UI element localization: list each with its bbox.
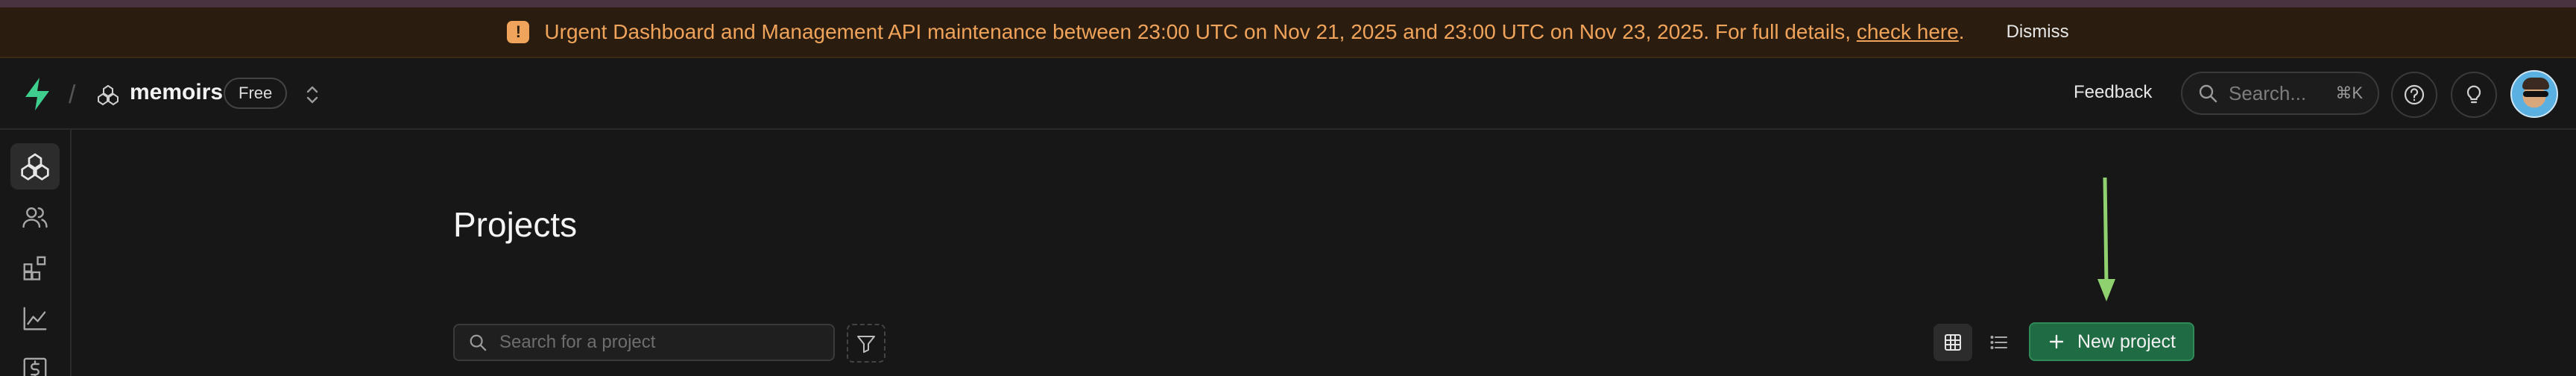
filter-button[interactable] xyxy=(847,324,886,363)
page-title: Projects xyxy=(453,205,578,244)
sidebar-item-usage[interactable] xyxy=(10,295,60,342)
feedback-button[interactable]: Feedback xyxy=(2074,82,2152,103)
sidebar-item-integrations[interactable] xyxy=(10,245,60,291)
banner-details-link[interactable]: check here xyxy=(1857,20,1959,43)
grid-view-toggle[interactable] xyxy=(1933,324,1972,361)
integrations-icon xyxy=(23,256,46,281)
team-icon xyxy=(22,207,48,228)
plan-badge: Free xyxy=(224,78,288,109)
list-view-toggle[interactable] xyxy=(1980,324,2018,361)
sidebar-item-projects[interactable] xyxy=(10,143,60,189)
org-name[interactable]: memoirs xyxy=(130,80,223,105)
global-search[interactable]: Search... ⌘K xyxy=(2181,72,2379,115)
organization-icon xyxy=(98,84,119,106)
billing-icon xyxy=(23,357,47,376)
lightbulb-icon xyxy=(2466,85,2481,104)
annotation-arrow xyxy=(2097,178,2115,301)
sidebar-item-billing[interactable] xyxy=(10,346,60,376)
search-icon xyxy=(470,334,487,351)
warning-icon: ! xyxy=(507,21,530,43)
window-top-strip xyxy=(0,0,2576,7)
new-project-label: New project xyxy=(2077,330,2176,352)
chevron-up-down-icon[interactable] xyxy=(303,84,322,106)
top-navbar: / memoirs Free Feedback Search... ⌘K xyxy=(0,60,2576,130)
plus-icon xyxy=(2049,334,2064,349)
brand-logo-icon[interactable] xyxy=(22,76,52,112)
dismiss-button[interactable]: Dismiss xyxy=(2007,22,2069,43)
help-button[interactable] xyxy=(2391,72,2437,118)
user-avatar[interactable] xyxy=(2510,70,2558,118)
usage-icon xyxy=(23,307,47,330)
list-icon xyxy=(1990,336,2007,349)
project-search-placeholder: Search for a project xyxy=(499,332,656,352)
projects-icon xyxy=(21,153,49,181)
filter-icon xyxy=(857,336,875,353)
whats-new-button[interactable] xyxy=(2451,72,2497,118)
new-project-button[interactable]: New project xyxy=(2029,322,2194,361)
grid-icon xyxy=(1945,334,1961,351)
search-icon xyxy=(2199,84,2217,103)
search-shortcut: ⌘K xyxy=(2335,84,2363,102)
banner-message: Urgent Dashboard and Management API main… xyxy=(544,20,1965,43)
project-search-input[interactable]: Search for a project xyxy=(453,324,835,361)
global-search-placeholder: Search... xyxy=(2229,81,2307,104)
sidebar-item-team[interactable] xyxy=(10,194,60,240)
help-icon xyxy=(2404,84,2425,105)
breadcrumb-separator: / xyxy=(69,81,76,109)
sidebar xyxy=(0,130,72,376)
maintenance-banner: ! Urgent Dashboard and Management API ma… xyxy=(0,7,2576,58)
